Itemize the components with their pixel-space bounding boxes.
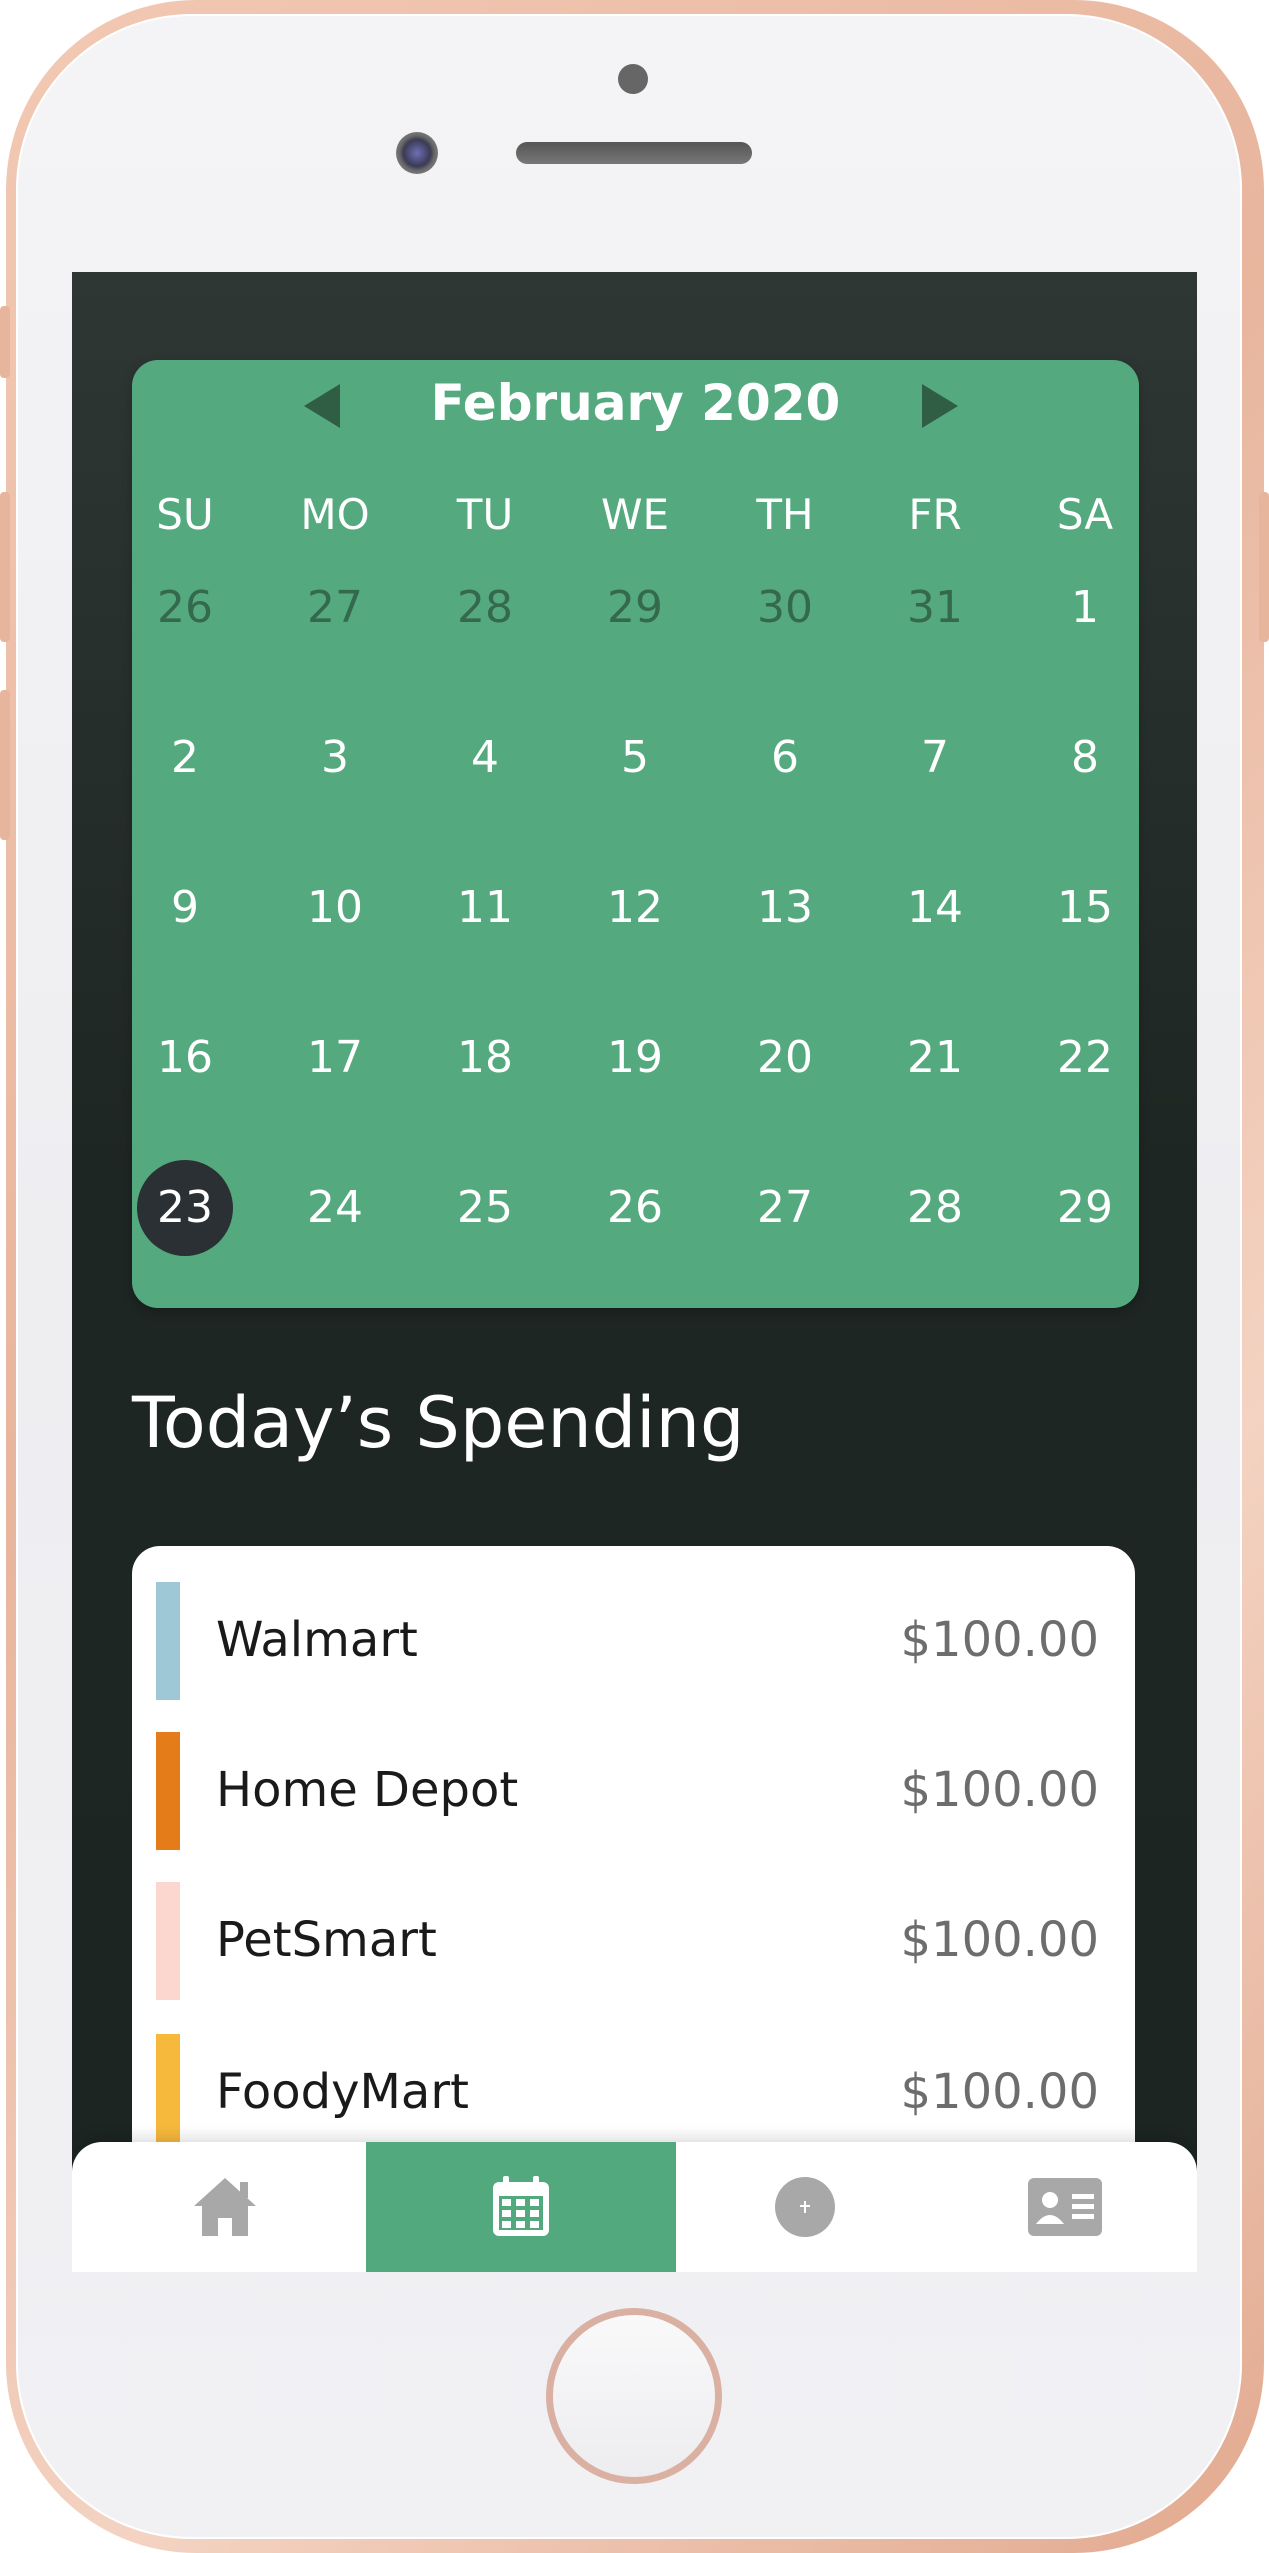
calendar-day[interactable]: 16 [137,1010,233,1106]
calendar-day[interactable]: 22 [1037,1010,1133,1106]
bottom-nav [72,2142,1197,2272]
calendar-day[interactable]: 21 [887,1010,983,1106]
nav-calendar[interactable] [366,2142,676,2272]
calendar-day[interactable]: 31 [887,560,983,656]
calendar-day[interactable]: 29 [1037,1160,1133,1256]
spending-row[interactable]: FoodyMart $100.00 [132,2034,1135,2152]
calendar-day[interactable]: 8 [1037,710,1133,806]
calendar-day[interactable]: 6 [737,710,833,806]
power-button [1259,492,1269,642]
nav-profile[interactable] [934,2142,1197,2272]
calendar-day[interactable]: 26 [587,1160,683,1256]
calendar-day[interactable]: 12 [587,860,683,956]
calendar-day[interactable]: 18 [437,1010,533,1106]
category-color-bar [156,2034,180,2152]
spending-amount: $100.00 [900,1912,1100,1968]
weekday-label: WE [600,490,670,539]
app-screen: February 2020 SU MO TU WE TH FR SA 26 27 28 29 30 3… [72,272,1197,2272]
month-label: February 2020 [430,374,841,432]
home-button[interactable] [546,2308,722,2484]
calendar-day[interactable]: 10 [287,860,383,956]
section-title: Today’s Spending [132,1382,745,1464]
calendar-day[interactable]: 9 [137,860,233,956]
weekday-header-row: SU MO TU WE TH FR SA [132,490,1139,550]
calendar-day[interactable]: 30 [737,560,833,656]
calendar-day[interactable]: 28 [437,560,533,656]
spending-row[interactable]: Home Depot $100.00 [132,1732,1135,1850]
calendar-header: February 2020 [132,360,1139,460]
proximity-sensor [618,64,648,94]
calendar-day[interactable]: 14 [887,860,983,956]
earpiece-speaker [516,142,752,164]
merchant-name: Home Depot [216,1762,519,1818]
calendar-day[interactable]: 19 [587,1010,683,1106]
volume-down-button [0,690,10,840]
calendar-day[interactable]: 26 [137,560,233,656]
calendar-day[interactable]: 25 [437,1160,533,1256]
spending-amount: $100.00 [900,1612,1100,1668]
calendar-day[interactable]: 28 [887,1160,983,1256]
next-month-icon[interactable] [922,384,958,428]
spending-row[interactable]: Walmart $100.00 [132,1582,1135,1700]
calendar-day[interactable]: 11 [437,860,533,956]
spending-amount: $100.00 [900,1762,1100,1818]
calendar-day[interactable]: 7 [887,710,983,806]
calendar-day[interactable]: 4 [437,710,533,806]
nav-add[interactable] [676,2142,934,2272]
weekday-label: TU [456,490,514,539]
calendar-day[interactable]: 2 [137,710,233,806]
spending-amount: $100.00 [900,2064,1100,2120]
calendar-day[interactable]: 27 [287,560,383,656]
weekday-label: SA [1056,490,1114,539]
weekday-label: FR [908,490,962,539]
calendar-day[interactable]: 3 [287,710,383,806]
calendar-day[interactable]: 29 [587,560,683,656]
calendar-day[interactable]: 27 [737,1160,833,1256]
category-color-bar [156,1732,180,1850]
calendar-day[interactable]: 20 [737,1010,833,1106]
calendar-day[interactable]: 15 [1037,860,1133,956]
calendar-day[interactable]: 17 [287,1010,383,1106]
weekday-label: SU [156,490,214,539]
weekday-label: MO [300,490,370,539]
calendar-day[interactable]: 5 [587,710,683,806]
calendar: February 2020 SU MO TU WE TH FR SA 26 27 28 29 30 3… [132,360,1139,1308]
id-card-icon [1028,2178,1102,2236]
side-button [0,306,10,378]
calendar-day[interactable]: 23 [137,1160,233,1256]
spending-row[interactable]: PetSmart $100.00 [132,1882,1135,2000]
home-icon [194,2178,256,2236]
nav-home[interactable] [72,2142,366,2272]
front-camera [396,132,438,174]
calendar-day[interactable]: 13 [737,860,833,956]
calendar-day[interactable]: 1 [1037,560,1133,656]
calendar-day[interactable]: 24 [287,1160,383,1256]
merchant-name: PetSmart [216,1912,437,1968]
calendar-icon [493,2176,549,2236]
weekday-label: TH [756,490,814,539]
category-color-bar [156,1882,180,2000]
plus-circle-icon [775,2177,835,2237]
volume-up-button [0,492,10,642]
category-color-bar [156,1582,180,1700]
merchant-name: FoodyMart [216,2064,469,2120]
merchant-name: Walmart [216,1612,418,1668]
